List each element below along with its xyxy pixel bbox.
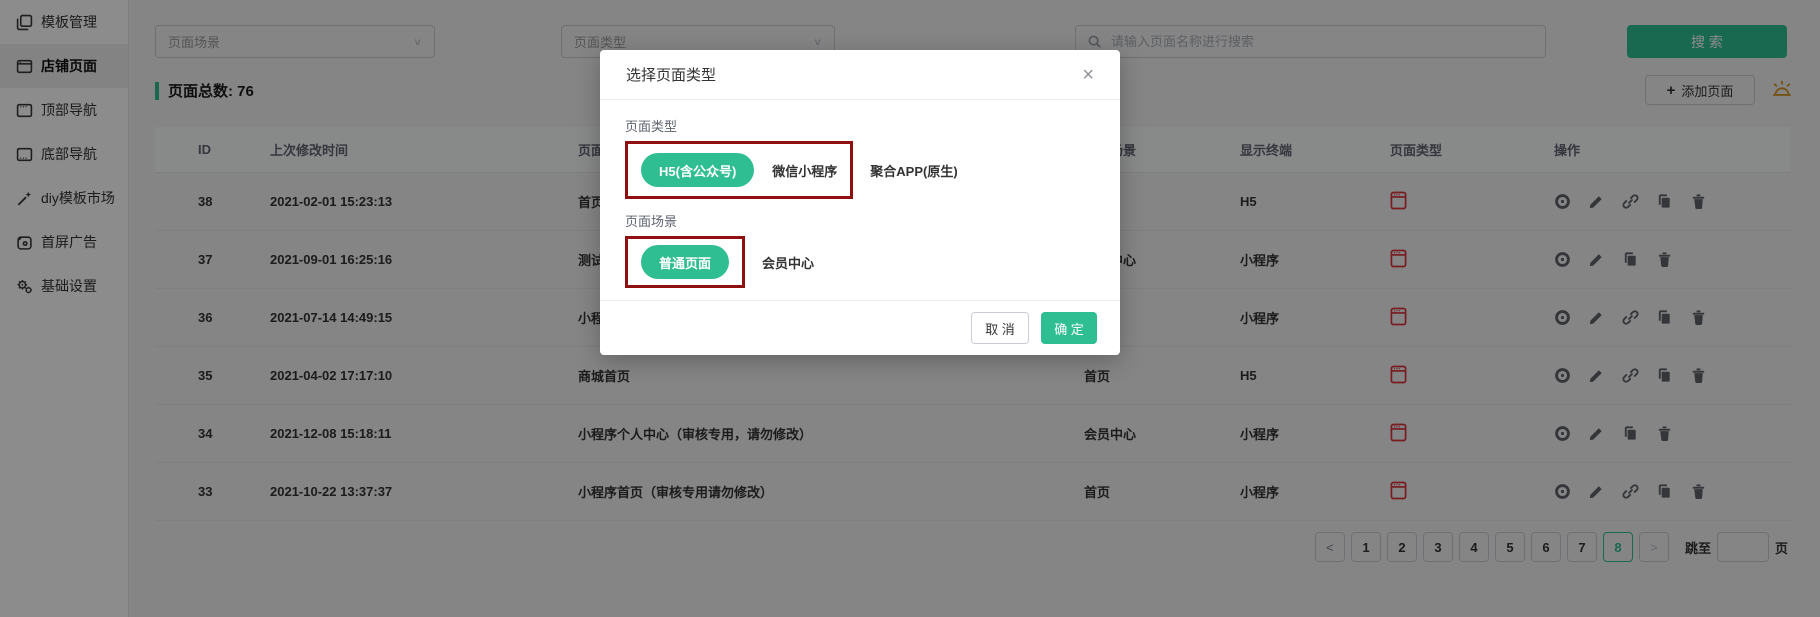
cancel-button[interactable]: 取 消 bbox=[971, 312, 1029, 344]
dialog-header: 选择页面类型 × bbox=[600, 50, 1120, 100]
select-page-type-dialog: 选择页面类型 × 页面类型 H5(含公众号) 微信小程序 聚合APP(原生) 页… bbox=[600, 50, 1120, 355]
confirm-button[interactable]: 确 定 bbox=[1041, 312, 1097, 344]
option-normal-page[interactable]: 普通页面 bbox=[641, 245, 729, 279]
option-wechat-miniprogram[interactable]: 微信小程序 bbox=[772, 161, 837, 180]
page-scene-options: 普通页面 会员中心 bbox=[613, 236, 1094, 288]
close-icon[interactable]: × bbox=[1078, 63, 1098, 87]
dialog-body: 页面类型 H5(含公众号) 微信小程序 聚合APP(原生) 页面场景 普通页面 … bbox=[600, 100, 1120, 300]
page-scene-label: 页面场景 bbox=[625, 211, 1094, 230]
option-h5[interactable]: H5(含公众号) bbox=[641, 153, 754, 187]
dialog-footer: 取 消 确 定 bbox=[600, 300, 1120, 355]
page-type-options: H5(含公众号) 微信小程序 聚合APP(原生) bbox=[613, 141, 1094, 199]
annotation-box: H5(含公众号) 微信小程序 bbox=[625, 141, 853, 199]
annotation-box: 普通页面 bbox=[625, 236, 745, 288]
page-type-label: 页面类型 bbox=[625, 116, 1094, 135]
option-native-app[interactable]: 聚合APP(原生) bbox=[870, 161, 957, 180]
option-member-center[interactable]: 会员中心 bbox=[762, 253, 814, 272]
dialog-title: 选择页面类型 bbox=[626, 64, 716, 85]
